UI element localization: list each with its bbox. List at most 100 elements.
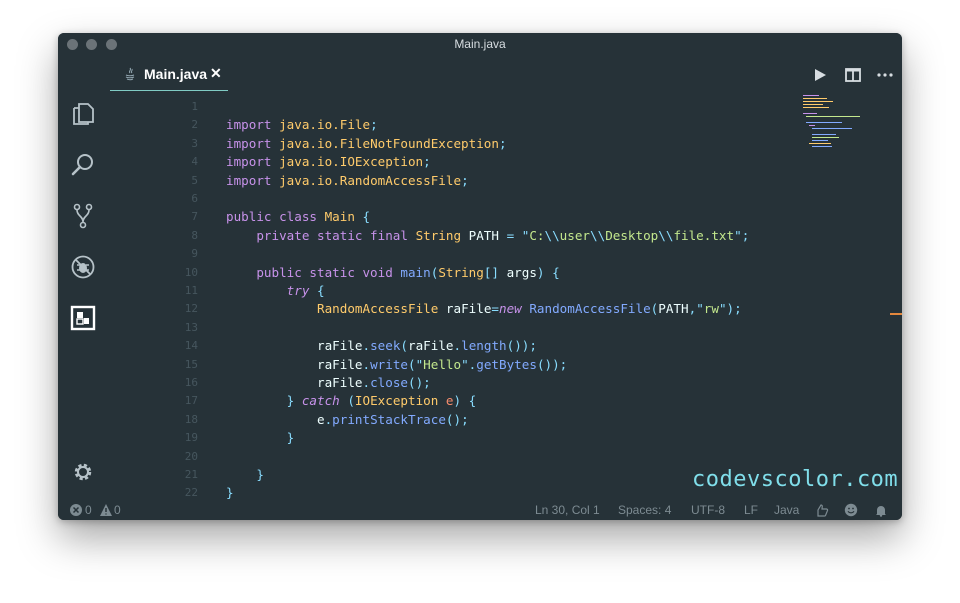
code-token: . [362,375,371,390]
code-line[interactable]: 13 [108,319,868,337]
code-line[interactable]: 15 raFile.write("Hello".getBytes()); [108,356,868,374]
code-text[interactable]: import java.io.IOException; [226,153,431,171]
scroll-position-marker[interactable] [890,313,902,315]
tab-close-icon[interactable]: ✕ [210,65,222,82]
code-token: "; [734,227,750,243]
line-number: 19 [184,431,198,445]
code-token: raFile [438,301,492,317]
feedback-icon[interactable] [815,503,829,517]
code-token: ( [339,393,355,409]
code-line[interactable]: 3 import java.io.FileNotFoundException; [108,135,868,153]
code-text[interactable]: import java.io.RandomAccessFile; [226,172,469,190]
minimap[interactable] [801,93,881,153]
code-token: } [226,393,302,409]
code-line[interactable]: 6 [108,190,868,208]
error-count[interactable]: 0 [85,503,92,517]
code-token: } [226,467,264,482]
code-token: PATH [461,227,507,243]
notifications-bell-icon[interactable] [874,503,888,517]
code-line[interactable]: 2 import java.io.File; [108,116,868,134]
minimize-window-button[interactable] [86,39,97,50]
code-line[interactable]: 7 public class Main { [108,208,868,226]
code-token: \\ [590,227,606,243]
code-line[interactable]: 17 } catch (IOException e) { [108,392,868,410]
code-line[interactable]: 1 [108,98,868,116]
code-token: new [499,301,522,317]
code-line[interactable]: 5 import java.io.RandomAccessFile; [108,172,868,190]
more-actions-icon[interactable] [876,66,894,84]
code-text[interactable]: import java.io.File; [226,116,378,134]
code-text[interactable]: e.printStackTrace(); [226,411,469,429]
code-text[interactable]: } [226,429,295,447]
code-token: "); [718,301,742,317]
code-token: ; [498,135,507,151]
code-line[interactable]: 8 private static final String PATH = "C:… [108,227,868,245]
code-editor[interactable]: 1 2 import java.io.File; 3 import java.io.Fi… [108,91,878,501]
code-text[interactable]: import java.io.FileNotFoundException; [226,135,507,153]
language-mode[interactable]: Java [774,503,799,517]
code-line[interactable]: 11 try { [108,282,868,300]
run-icon[interactable] [811,66,829,84]
code-token: Hello [423,356,462,372]
error-icon[interactable] [69,503,83,517]
code-token: Main [324,209,355,225]
code-token: (); [445,411,469,427]
extensions-icon[interactable] [70,305,96,331]
code-token: C: [529,227,545,243]
cursor-position[interactable]: Ln 30, Col 1 [535,503,600,517]
split-editor-icon[interactable] [844,66,862,84]
code-line[interactable]: 9 [108,245,868,263]
code-token: close [370,375,408,390]
search-icon[interactable] [70,152,96,178]
code-token: raFile [226,375,363,390]
source-control-icon[interactable] [70,203,96,229]
line-number: 17 [184,394,198,408]
line-number: 18 [184,412,198,426]
code-text[interactable]: try { [226,282,325,300]
code-line[interactable]: 19 } [108,429,868,447]
code-line[interactable]: 12 RandomAccessFile raFile=new RandomAcc… [108,300,868,318]
warning-count[interactable]: 0 [114,503,121,517]
code-token: ()); [536,356,568,372]
code-line[interactable]: 10 public static void main(String[] args… [108,264,868,282]
files-icon[interactable] [70,101,96,127]
code-line[interactable]: 18 e.printStackTrace(); [108,411,868,429]
line-number: 1 [191,100,198,113]
code-text[interactable]: public class Main { [226,208,370,226]
status-bar: 0 0 Ln 30, Col 1 Spaces: 4 UTF-8 LF Java [58,500,902,520]
tab-bar: Main.java ✕ [108,56,902,91]
zoom-window-button[interactable] [106,39,117,50]
settings-gear-icon[interactable] [70,459,96,485]
debug-icon[interactable] [70,254,96,280]
smiley-icon[interactable] [844,503,858,517]
code-token: try [286,283,310,298]
code-text[interactable]: raFile.write("Hello".getBytes()); [226,356,567,374]
code-line[interactable]: 20 [108,448,868,466]
code-text[interactable]: raFile.seek(raFile.length()); [226,337,537,355]
code-token: java.io.RandomAccessFile [279,172,462,188]
indentation-setting[interactable]: Spaces: 4 [618,503,671,517]
code-line[interactable]: 4 import java.io.IOException; [108,153,868,171]
code-text[interactable]: RandomAccessFile raFile=new RandomAccess… [226,300,742,318]
code-token: IOException [354,393,439,409]
java-file-icon [125,67,135,81]
code-line[interactable]: 16 raFile.close(); [108,374,868,392]
code-token: String [415,227,462,243]
code-text[interactable]: } catch (IOException e) { [226,392,477,410]
code-text[interactable]: public static void main(String[] args) { [226,264,559,282]
code-token: java.io.FileNotFoundException [279,135,499,151]
warning-icon[interactable] [99,503,113,517]
code-line[interactable]: 14 raFile.seek(raFile.length()); [108,337,868,355]
file-encoding[interactable]: UTF-8 [691,503,725,517]
code-text[interactable]: raFile.close(); [226,374,431,392]
line-ending[interactable]: LF [744,503,758,517]
close-window-button[interactable] [67,39,78,50]
code-token: e [438,393,454,409]
tab-main-java[interactable]: Main.java ✕ [110,60,228,91]
code-text[interactable]: } [226,466,264,484]
code-token: Desktop [605,227,659,243]
code-text[interactable]: private static final String PATH = "C:\\… [226,227,749,245]
code-token: raFile [226,356,363,372]
code-token: write [370,356,408,372]
